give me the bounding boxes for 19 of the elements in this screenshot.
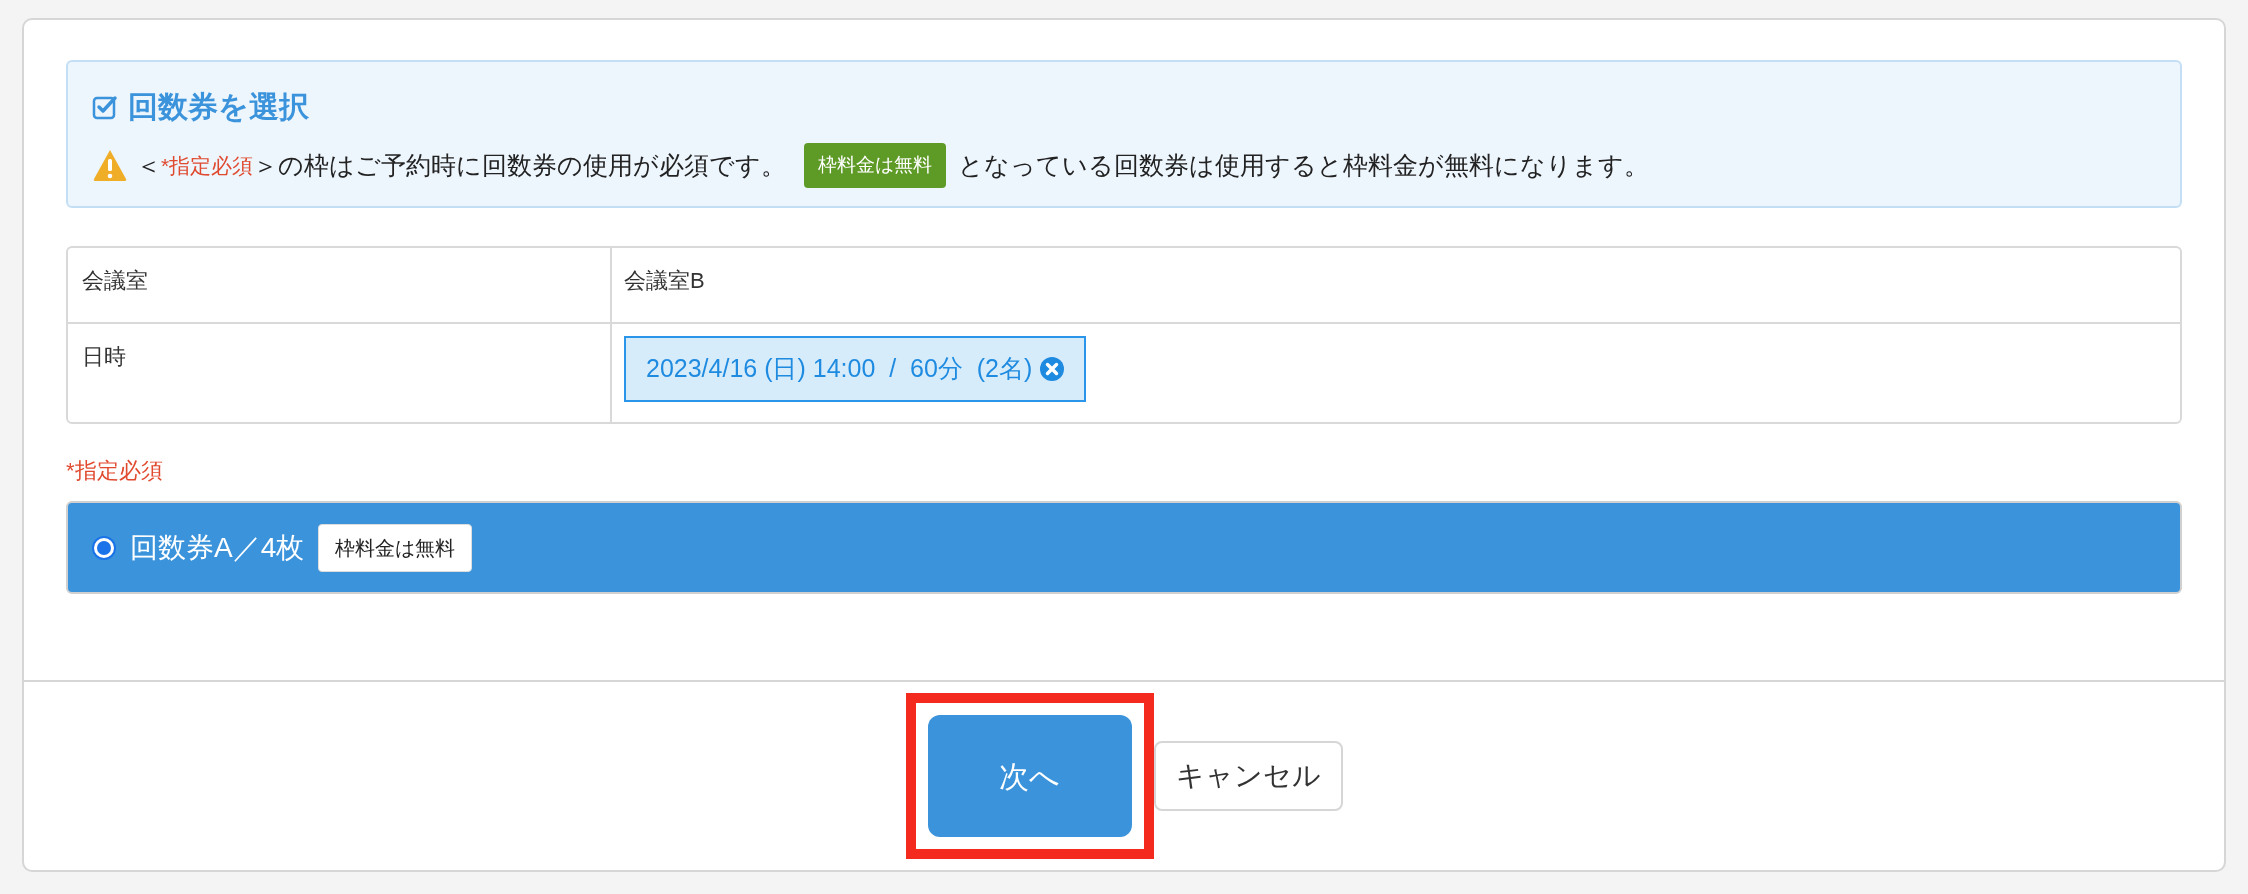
radio-button[interactable] xyxy=(92,535,116,560)
required-label: *指定必須 xyxy=(66,458,163,483)
ticket-label: 回数券A／4枚 xyxy=(130,530,305,565)
free-fee-badge: 枠料金は無料 xyxy=(804,143,947,188)
table-cell: 日時 xyxy=(82,344,126,369)
table-cell: 会議室 xyxy=(82,268,148,293)
notice-text: ＜ xyxy=(136,149,161,181)
notice-text: となっている回数券は使用すると枠料金が無料になります。 xyxy=(958,149,1650,181)
section-title: 回数券を選択 xyxy=(128,89,309,125)
date-text: 2023/4/16 (日) 14:00 / 60分 (2名) xyxy=(646,353,1033,385)
warning-icon xyxy=(92,148,128,183)
cancel-button[interactable]: キャンセル xyxy=(1153,741,1343,811)
ticket-option[interactable]: 回数券A／4枚 枠料金は無料 xyxy=(66,501,2182,594)
notice-text: ＞の枠はご予約時に回数券の使用が必須です。 xyxy=(253,149,787,181)
free-fee-badge: 枠料金は無料 xyxy=(318,523,473,572)
close-icon[interactable] xyxy=(1040,357,1065,381)
table-cell-text: 会議室B xyxy=(624,267,705,295)
checkbox-icon xyxy=(92,93,118,120)
required-text: *指定必須 xyxy=(161,152,254,179)
